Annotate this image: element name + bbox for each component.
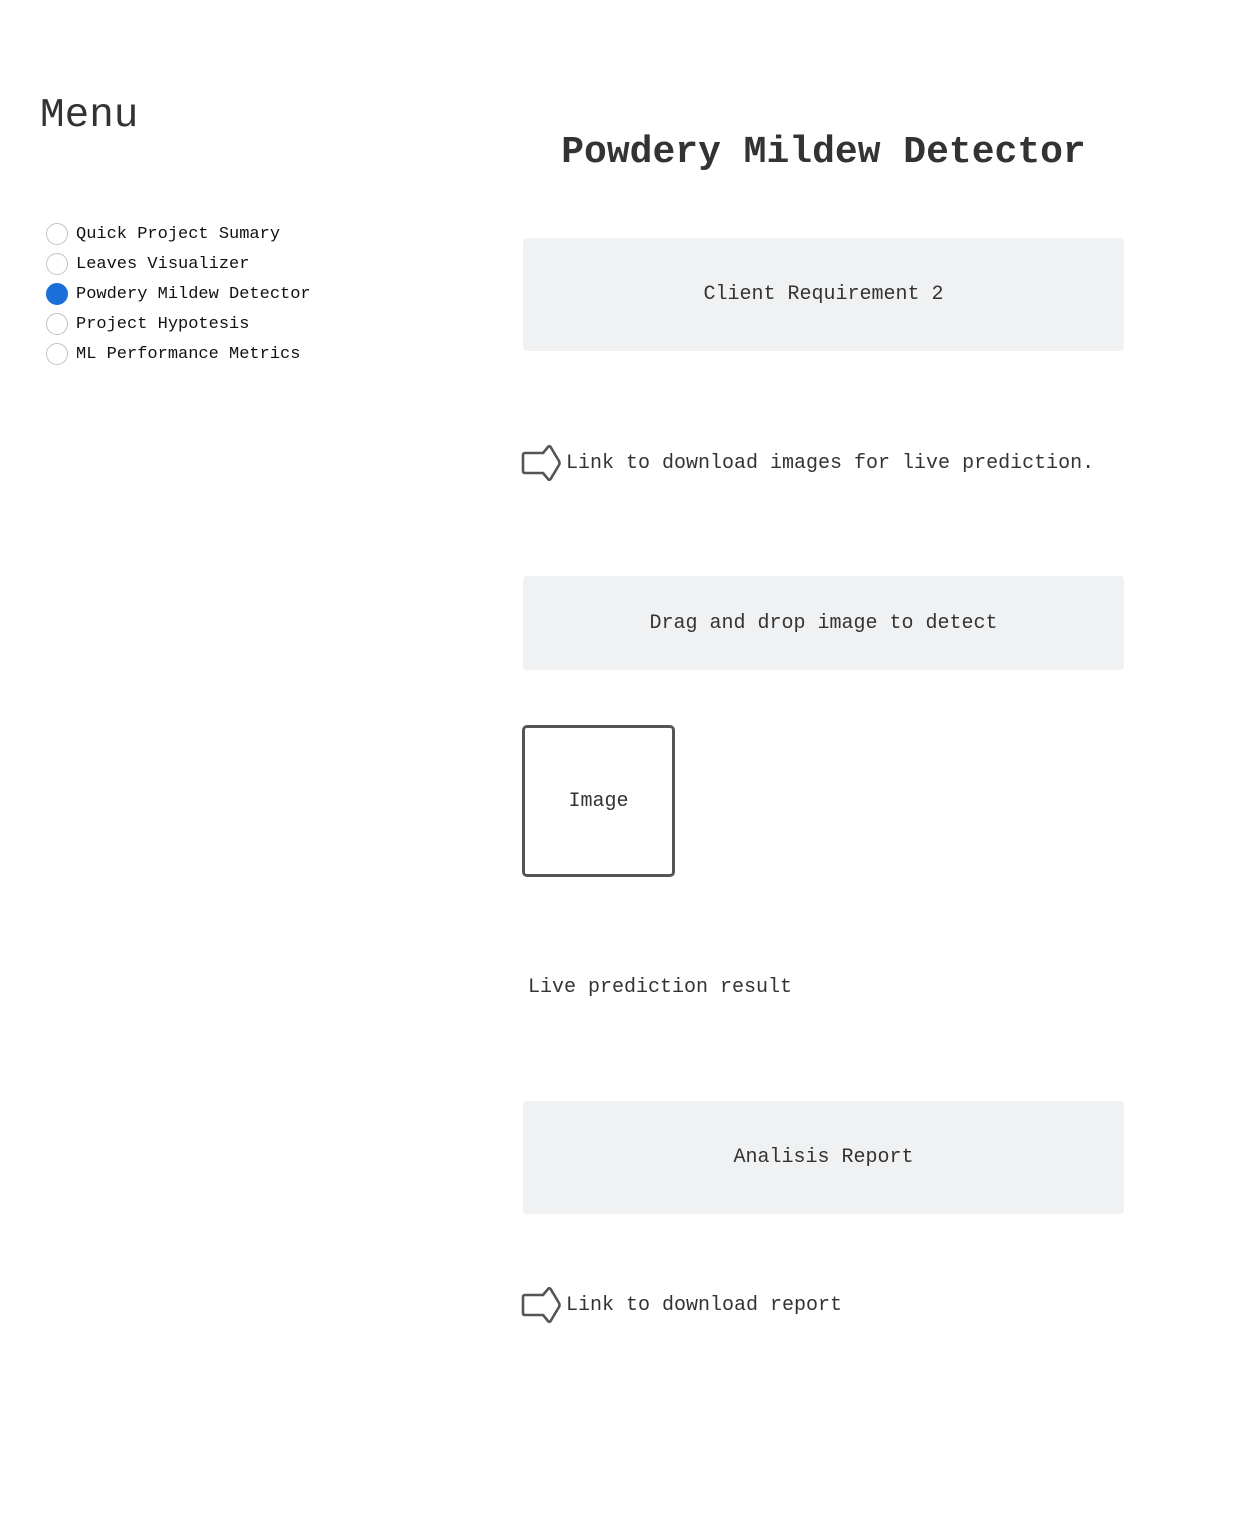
nav-option-label: ML Performance Metrics [76,344,301,364]
image-placeholder: Image [522,725,675,877]
nav-option-ml-performance-metrics[interactable]: ML Performance Metrics [46,339,311,369]
client-requirement-label: Client Requirement 2 [703,283,944,306]
arrow-right-icon [521,1286,561,1324]
sidebar-title: Menu [40,93,139,139]
upload-instruction-label: Drag and drop image to detect [649,611,998,635]
image-upload-dropzone[interactable]: Drag and drop image to detect [523,576,1124,670]
page-navigation-radio-group: Quick Project Sumary Leaves Visualizer P… [46,219,311,369]
download-images-link[interactable]: Link to download images for live predict… [521,444,1094,482]
client-requirement-panel: Client Requirement 2 [523,238,1124,351]
download-images-link-text[interactable]: Link to download images for live predict… [566,452,1094,475]
analysis-report-label: Analisis Report [733,1146,914,1169]
download-report-link[interactable]: Link to download report [521,1286,842,1324]
prediction-result-text: Live prediction result [528,976,793,999]
analysis-report-panel: Analisis Report [523,1101,1124,1214]
nav-option-label: Powdery Mildew Detector [76,284,311,304]
nav-option-label: Quick Project Sumary [76,224,281,244]
radio-button-icon[interactable] [46,223,68,245]
nav-option-label: Project Hypotesis [76,314,250,334]
radio-button-icon[interactable] [46,253,68,275]
radio-button-selected-icon[interactable] [46,283,68,305]
nav-option-powdery-mildew-detector[interactable]: Powdery Mildew Detector [46,279,311,309]
arrow-right-icon [521,444,561,482]
page-title: Powdery Mildew Detector [561,131,1086,174]
radio-button-icon[interactable] [46,313,68,335]
nav-option-quick-project-summary[interactable]: Quick Project Sumary [46,219,311,249]
image-placeholder-label: Image [568,789,629,813]
radio-button-icon[interactable] [46,343,68,365]
download-report-link-text[interactable]: Link to download report [566,1294,842,1317]
nav-option-label: Leaves Visualizer [76,254,250,274]
nav-option-leaves-visualizer[interactable]: Leaves Visualizer [46,249,311,279]
nav-option-project-hypothesis[interactable]: Project Hypotesis [46,309,311,339]
